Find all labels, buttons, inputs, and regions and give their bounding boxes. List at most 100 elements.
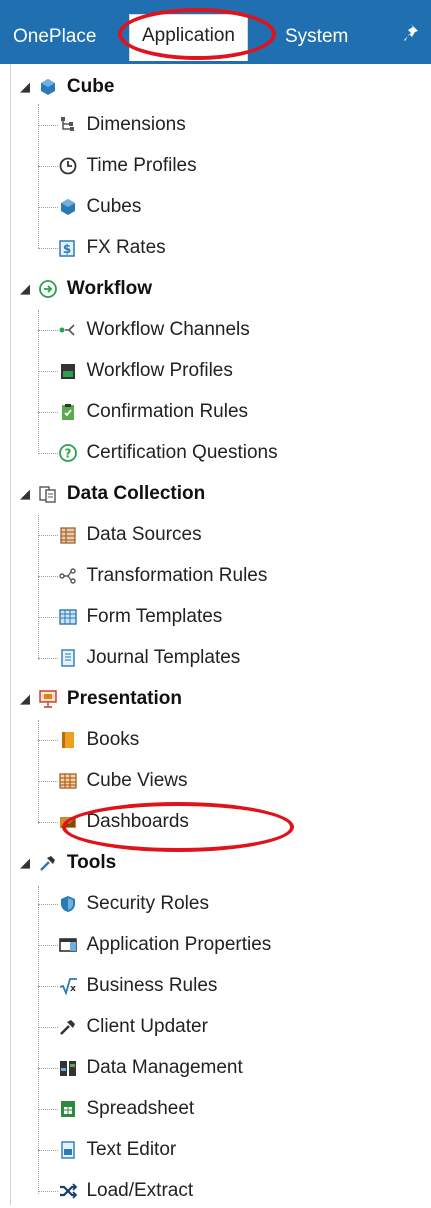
tree-connector	[38, 330, 58, 331]
item-label: Workflow Channels	[86, 319, 250, 340]
item-label: Books	[86, 729, 140, 750]
tree-item-dimensions[interactable]: Dimensions	[58, 108, 186, 142]
tree-item-security-roles[interactable]: Security Roles	[58, 887, 209, 921]
pin-icon[interactable]	[402, 22, 424, 44]
collapse-toggle-icon[interactable]: ◢	[20, 846, 34, 880]
tree-group-cube[interactable]: ◢ Cube	[20, 70, 114, 104]
shield-icon	[58, 894, 78, 914]
tree-item-application-properties[interactable]: Application Properties	[58, 928, 271, 962]
tree-item-text-editor[interactable]: Text Editor	[58, 1133, 176, 1167]
item-label: Confirmation Rules	[86, 401, 249, 422]
tree-item-time-profiles[interactable]: Time Profiles	[58, 149, 197, 183]
tree-connector	[38, 310, 39, 454]
item-label: FX Rates	[86, 237, 166, 258]
journal-templates-icon	[58, 648, 78, 668]
tree-connector	[38, 166, 58, 167]
tree-connector	[38, 886, 39, 1194]
tree-connector	[38, 1191, 58, 1192]
item-label: Time Profiles	[86, 155, 197, 176]
item-label: Workflow Profiles	[86, 360, 233, 381]
tree-item-confirmation-rules[interactable]: Confirmation Rules	[58, 395, 248, 429]
tree-item-cubes[interactable]: Cubes	[58, 190, 141, 224]
collapse-toggle-icon[interactable]: ◢	[20, 477, 34, 511]
item-label: Dashboards	[86, 811, 189, 832]
question-icon: ?	[58, 443, 78, 463]
tree-connector	[38, 515, 39, 660]
tree-connector	[38, 904, 58, 905]
tree-connector	[38, 1068, 58, 1069]
application-properties-icon	[58, 935, 78, 955]
tree-connector	[38, 617, 58, 618]
tab-bar: OnePlace Application System	[0, 0, 431, 64]
tree-item-workflow-profiles[interactable]: Workflow Profiles	[58, 354, 233, 388]
tree-connector	[38, 1150, 58, 1151]
data-sources-icon	[58, 525, 78, 545]
square-root-icon: x	[58, 976, 78, 996]
group-label: Data Collection	[66, 483, 206, 504]
tree-item-form-templates[interactable]: Form Templates	[58, 600, 222, 634]
tree-item-spreadsheet[interactable]: Spreadsheet	[58, 1092, 194, 1126]
tree-item-fx-rates[interactable]: $ FX Rates	[58, 231, 166, 265]
tree-connector	[38, 945, 58, 946]
spreadsheet-icon	[58, 1099, 78, 1119]
tree-item-cube-views[interactable]: Cube Views	[58, 764, 188, 798]
tab-oneplace[interactable]: OnePlace	[13, 20, 96, 54]
collapse-toggle-icon[interactable]: ◢	[20, 682, 34, 716]
tree-item-business-rules[interactable]: x Business Rules	[58, 969, 217, 1003]
workflow-icon	[38, 279, 58, 299]
item-label: Application Properties	[86, 934, 272, 955]
tree-group-workflow[interactable]: ◢ Workflow	[20, 272, 152, 306]
tree-connector	[38, 822, 58, 823]
tree-connector	[38, 1109, 58, 1110]
workflow-profiles-icon	[58, 361, 78, 381]
tree-item-dashboards[interactable]: Dashboards	[58, 805, 189, 839]
workflow-channels-icon	[58, 320, 78, 340]
form-templates-icon	[58, 607, 78, 627]
tree-group-presentation[interactable]: ◢ Presentation	[20, 682, 182, 716]
tree-item-data-sources[interactable]: Data Sources	[58, 518, 202, 552]
tree-group-tools[interactable]: ◢ Tools	[20, 846, 116, 880]
tree-item-books[interactable]: Books	[58, 723, 139, 757]
cube-icon	[58, 197, 78, 217]
load-extract-icon	[58, 1181, 78, 1201]
item-label: Transformation Rules	[86, 565, 268, 586]
tree-connector	[38, 781, 58, 782]
tree-item-client-updater[interactable]: Client Updater	[58, 1010, 208, 1044]
collapse-toggle-icon[interactable]: ◢	[20, 70, 34, 104]
tree-connector	[38, 453, 58, 454]
dashboard-icon	[58, 812, 78, 832]
tree-item-data-management[interactable]: Data Management	[58, 1051, 243, 1085]
clock-icon	[58, 156, 78, 176]
clipboard-check-icon	[58, 402, 78, 422]
svg-text:$: $	[63, 242, 71, 256]
tree-connector	[38, 125, 58, 126]
tree-item-journal-templates[interactable]: Journal Templates	[58, 641, 240, 675]
tree-connector	[38, 986, 58, 987]
collapse-toggle-icon[interactable]: ◢	[20, 272, 34, 306]
group-label: Workflow	[66, 278, 153, 299]
tree-group-data-collection[interactable]: ◢ Data Collection	[20, 477, 205, 511]
tab-application[interactable]: Application	[129, 14, 248, 61]
tree-item-load-extract[interactable]: Load/Extract	[58, 1174, 193, 1208]
item-label: Data Management	[86, 1057, 243, 1078]
tree-item-certification-questions[interactable]: ? Certification Questions	[58, 436, 278, 470]
item-label: Security Roles	[86, 893, 209, 914]
tree-item-workflow-channels[interactable]: Workflow Channels	[58, 313, 250, 347]
transformation-icon	[58, 566, 78, 586]
tree-connector	[38, 207, 58, 208]
book-icon	[58, 730, 78, 750]
tree-connector	[38, 740, 58, 741]
item-label: Dimensions	[86, 114, 186, 135]
tab-system[interactable]: System	[285, 20, 348, 54]
cube-icon	[38, 77, 58, 97]
item-label: Load/Extract	[86, 1180, 194, 1201]
item-label: Spreadsheet	[86, 1098, 195, 1119]
data-collection-icon	[38, 484, 58, 504]
application-tree: ◢ Cube Dimensions Time Profiles Cubes $ …	[0, 64, 431, 1205]
tree-connector	[38, 658, 58, 659]
tree-connector	[38, 1027, 58, 1028]
tree-connector	[38, 371, 58, 372]
item-label: Data Sources	[86, 524, 202, 545]
tree-item-transformation-rules[interactable]: Transformation Rules	[58, 559, 267, 593]
tree-connector	[38, 535, 58, 536]
